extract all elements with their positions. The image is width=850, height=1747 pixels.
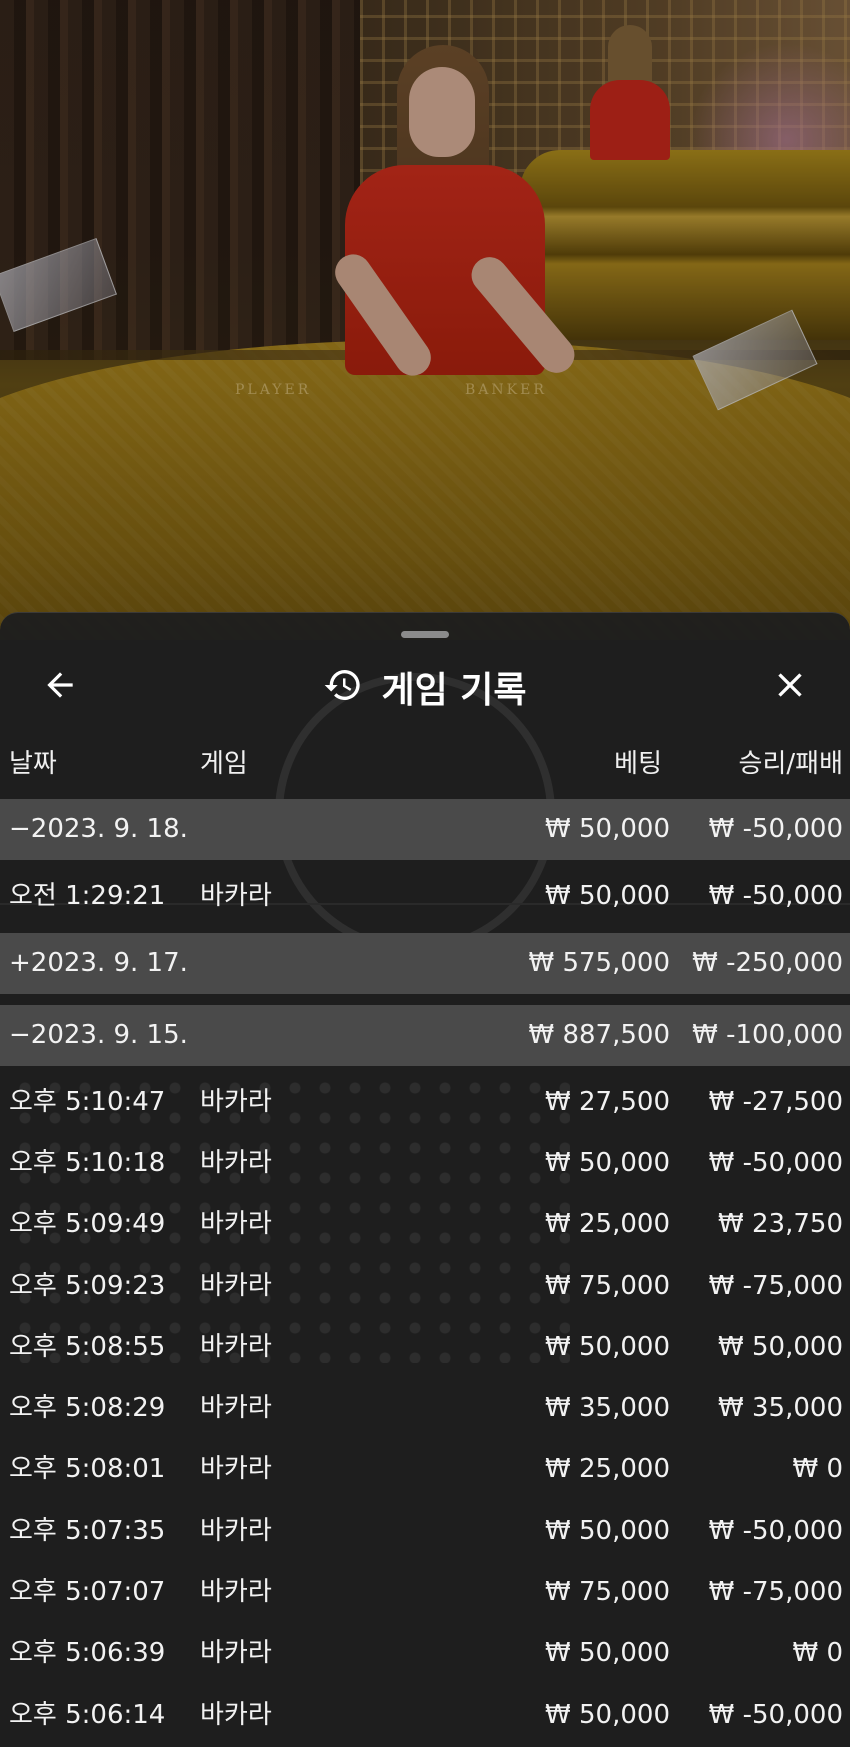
column-header-date: 날짜	[9, 749, 57, 779]
row-game: 바카라	[200, 1209, 272, 1239]
row-bet: ₩ 75,000	[545, 1577, 670, 1607]
row-result: ₩ 0	[792, 1454, 843, 1484]
history-row[interactable]: 오후 5:08:55 바카라 ₩ 50,000 ₩ 50,000	[0, 1317, 850, 1378]
row-bet: ₩ 75,000	[545, 1271, 670, 1301]
row-result: ₩ -50,000	[708, 1700, 843, 1730]
column-headers: 날짜 게임 베팅 승리/패배	[0, 743, 850, 787]
row-result: ₩ -50,000	[708, 1148, 843, 1178]
row-date: 오후 5:09:49	[9, 1209, 166, 1239]
history-row[interactable]: 오후 5:06:39 바카라 ₩ 50,000 ₩ 0	[0, 1623, 850, 1684]
history-row[interactable]: 오후 5:10:47 바카라 ₩ 27,500 ₩ -27,500	[0, 1072, 850, 1133]
row-bet: ₩ 887,500	[528, 1020, 671, 1050]
row-result: ₩ -100,000	[692, 1020, 843, 1050]
arrow-left-icon	[41, 666, 79, 708]
row-date: 오후 5:06:14	[9, 1700, 166, 1730]
history-row[interactable]: 오후 5:07:35 바카라 ₩ 50,000 ₩ -50,000	[0, 1501, 850, 1562]
row-game: 바카라	[200, 881, 272, 911]
row-result: ₩ -50,000	[708, 1516, 843, 1546]
row-result: ₩ -75,000	[708, 1271, 843, 1301]
column-header-result: 승리/패배	[738, 749, 843, 779]
column-header-bet: 베팅	[614, 749, 662, 779]
row-bet: ₩ 25,000	[545, 1209, 670, 1239]
row-bet: ₩ 25,000	[545, 1454, 670, 1484]
date-group-row[interactable]: −2023. 9. 18. ₩ 50,000 ₩ -50,000	[0, 799, 850, 860]
row-bet: ₩ 35,000	[545, 1393, 670, 1423]
row-result: ₩ -250,000	[692, 948, 843, 978]
drag-handle[interactable]	[401, 631, 449, 638]
page-title: 게임 기록	[381, 670, 527, 711]
row-result: ₩ 23,750	[718, 1209, 843, 1239]
row-result: ₩ -75,000	[708, 1577, 843, 1607]
row-result: ₩ -50,000	[708, 881, 843, 911]
row-result: ₩ 0	[792, 1638, 843, 1668]
row-date: −2023. 9. 18.	[9, 814, 188, 844]
row-date: 오후 5:08:01	[9, 1454, 166, 1484]
column-header-game: 게임	[200, 749, 248, 779]
history-row[interactable]: 오후 5:09:23 바카라 ₩ 75,000 ₩ -75,000	[0, 1256, 850, 1317]
row-game: 바카라	[200, 1638, 272, 1668]
history-row[interactable]: 오전 1:29:21 바카라 ₩ 50,000 ₩ -50,000	[0, 866, 850, 927]
back-button[interactable]	[36, 663, 84, 711]
row-date: −2023. 9. 15.	[9, 1020, 188, 1050]
row-bet: ₩ 50,000	[545, 1638, 670, 1668]
row-game: 바카라	[200, 1454, 272, 1484]
row-game: 바카라	[200, 1148, 272, 1178]
row-date: 오후 5:06:39	[9, 1638, 166, 1668]
date-group-row[interactable]: −2023. 9. 15. ₩ 887,500 ₩ -100,000	[0, 1005, 850, 1066]
row-bet: ₩ 50,000	[545, 1516, 670, 1546]
row-bet: ₩ 50,000	[545, 1332, 670, 1362]
row-result: ₩ -50,000	[708, 814, 843, 844]
game-history-sheet: 게임 기록 날짜 게임 베팅 승리/패배 −2023. 9. 18. ₩ 50,0…	[0, 612, 850, 1747]
row-date: 오후 5:08:55	[9, 1332, 166, 1362]
row-result: ₩ -27,500	[708, 1087, 843, 1117]
row-bet: ₩ 575,000	[528, 948, 671, 978]
row-game: 바카라	[200, 1271, 272, 1301]
row-game: 바카라	[200, 1332, 272, 1362]
row-date: 오전 1:29:21	[9, 881, 166, 911]
row-bet: ₩ 27,500	[545, 1087, 670, 1117]
row-result: ₩ 35,000	[718, 1393, 843, 1423]
history-row[interactable]: 오후 5:06:14 바카라 ₩ 50,000 ₩ -50,000	[0, 1685, 850, 1746]
history-row[interactable]: 오후 5:07:07 바카라 ₩ 75,000 ₩ -75,000	[0, 1562, 850, 1623]
date-group-row[interactable]: +2023. 9. 17. ₩ 575,000 ₩ -250,000	[0, 933, 850, 994]
close-icon	[770, 665, 810, 709]
row-result: ₩ 50,000	[718, 1332, 843, 1362]
row-bet: ₩ 50,000	[545, 814, 670, 844]
row-date: 오후 5:07:07	[9, 1577, 166, 1607]
row-bet: ₩ 50,000	[545, 1148, 670, 1178]
row-date: 오후 5:10:47	[9, 1087, 166, 1117]
row-date: 오후 5:10:18	[9, 1148, 166, 1178]
history-row[interactable]: 오후 5:09:49 바카라 ₩ 25,000 ₩ 23,750	[0, 1194, 850, 1255]
history-row[interactable]: 오후 5:10:18 바카라 ₩ 50,000 ₩ -50,000	[0, 1133, 850, 1194]
row-game: 바카라	[200, 1700, 272, 1730]
row-date: 오후 5:07:35	[9, 1516, 166, 1546]
row-bet: ₩ 50,000	[545, 1700, 670, 1730]
close-button[interactable]	[766, 663, 814, 711]
row-date: 오후 5:09:23	[9, 1271, 166, 1301]
history-row[interactable]: 오후 5:08:01 바카라 ₩ 25,000 ₩ 0	[0, 1439, 850, 1500]
row-game: 바카라	[200, 1516, 272, 1546]
history-icon	[323, 665, 363, 709]
history-row[interactable]: 오후 5:08:29 바카라 ₩ 35,000 ₩ 35,000	[0, 1378, 850, 1439]
row-game: 바카라	[200, 1087, 272, 1117]
live-video-feed: PLAYER BANKER	[0, 0, 850, 640]
row-bet: ₩ 50,000	[545, 881, 670, 911]
sheet-header-title: 게임 기록	[0, 663, 850, 711]
row-date: +2023. 9. 17.	[9, 948, 188, 978]
row-game: 바카라	[200, 1393, 272, 1423]
row-date: 오후 5:08:29	[9, 1393, 166, 1423]
row-game: 바카라	[200, 1577, 272, 1607]
